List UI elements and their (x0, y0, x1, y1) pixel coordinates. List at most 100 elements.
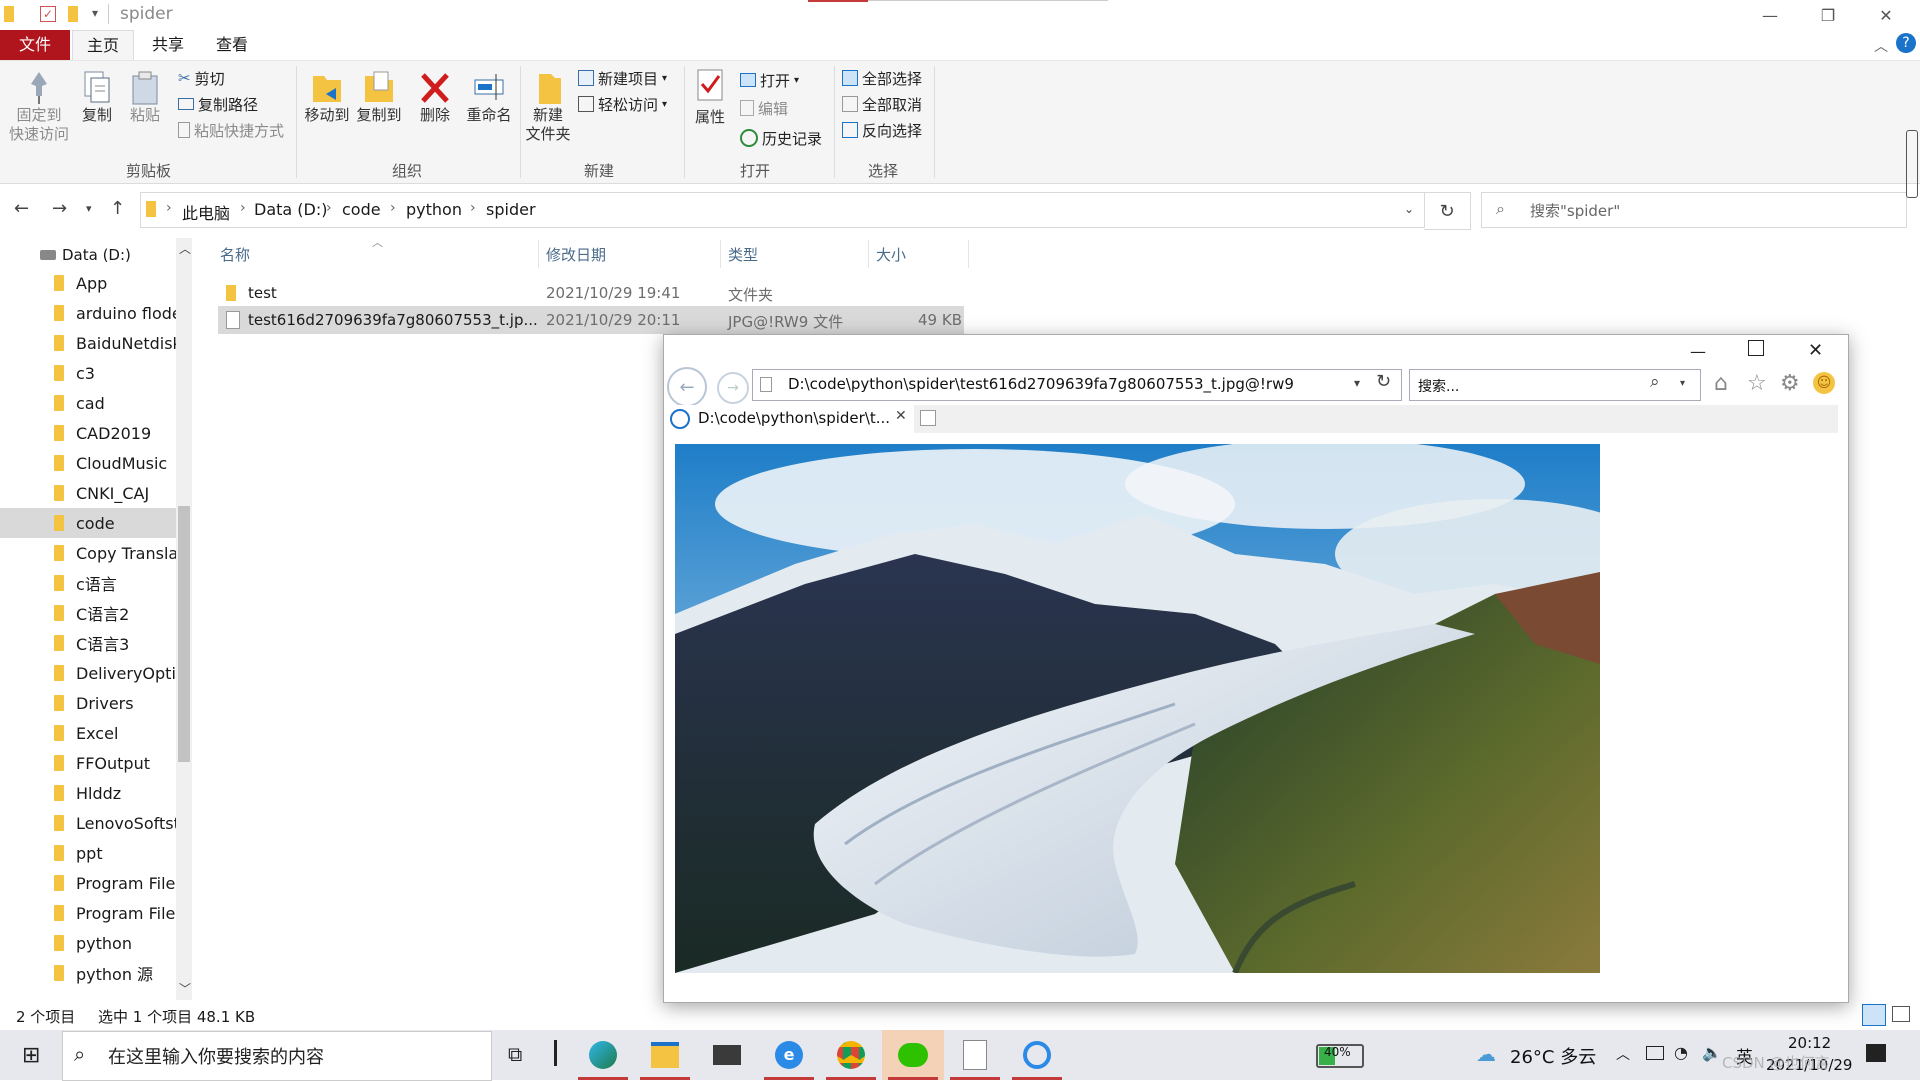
notification-icon[interactable] (1866, 1044, 1886, 1062)
nav-folder-item[interactable]: python 源 (0, 958, 176, 988)
volume-icon[interactable]: 🔈 (1702, 1043, 1722, 1062)
nav-folder-item[interactable]: Program Files (0, 868, 176, 898)
smiley-feedback-icon[interactable]: ☺ (1813, 372, 1835, 394)
nav-folder-item[interactable]: C语言3 (0, 628, 176, 658)
file-row-test[interactable]: test 2021/10/29 19:41 文件夹 (218, 279, 964, 307)
settings-gear-icon[interactable]: ⚙ (1780, 371, 1800, 396)
taskbar-ie-browser[interactable]: e (758, 1030, 820, 1080)
nav-folder-item[interactable]: CNKI_CAJ (0, 478, 176, 508)
column-header-size[interactable]: 大小 (876, 244, 906, 265)
back-arrow-icon[interactable]: ← (14, 198, 29, 219)
breadcrumb-chevron-icon[interactable]: › (470, 200, 476, 216)
taskbar-python-editor[interactable] (944, 1030, 1006, 1080)
column-header-type[interactable]: 类型 (728, 244, 758, 265)
ie-tab-close-button[interactable]: ✕ (895, 408, 907, 424)
nav-folder-item[interactable]: Excel (0, 718, 176, 748)
collapse-ribbon-icon[interactable]: ︿ (1874, 36, 1888, 56)
copy-path-button[interactable]: 复制路径 (178, 92, 258, 116)
pin-quick-access-button[interactable]: 固定到 快速访问 (6, 70, 72, 144)
address-bar[interactable] (140, 192, 1425, 228)
nav-folder-item[interactable]: BaiduNetdiskl (0, 328, 176, 358)
ie-close-button[interactable]: ✕ (1808, 340, 1823, 361)
invert-selection-button[interactable]: 反向选择 (842, 118, 922, 142)
new-folder-button[interactable]: 新建 文件夹 (522, 70, 574, 144)
breadcrumb-chevron-icon[interactable]: › (166, 200, 172, 216)
select-all-button[interactable]: 全部选择 (842, 66, 922, 90)
nav-folder-item[interactable]: code (0, 508, 176, 538)
taskbar-edge[interactable] (572, 1030, 634, 1080)
ie-maximize-button[interactable] (1748, 340, 1764, 356)
scroll-down-arrow-icon[interactable]: ﹀ (179, 980, 191, 997)
large-icons-view-icon[interactable] (1892, 1006, 1910, 1022)
taskbar-internet-explorer[interactable] (1006, 1030, 1068, 1080)
cut-button[interactable]: ✂ 剪切 (178, 66, 225, 90)
forward-arrow-icon[interactable]: → (52, 198, 67, 219)
breadcrumb-code[interactable]: code (342, 200, 381, 219)
nav-folder-item[interactable]: Hlddz (0, 778, 176, 808)
easy-access-button[interactable]: 轻松访问 ▾ (578, 92, 667, 116)
tab-home[interactable]: 主页 (72, 30, 134, 62)
nav-folder-item[interactable]: Copy Translat (0, 538, 176, 568)
nav-folder-item[interactable]: CAD2019 (0, 418, 176, 448)
breadcrumb-python[interactable]: python (406, 200, 462, 219)
nav-folder-item[interactable]: ppt (0, 838, 176, 868)
copy-button[interactable]: 复制 (76, 70, 118, 125)
nav-folder-item[interactable]: LenovoSoftst (0, 808, 176, 838)
home-icon[interactable]: ⌂ (1714, 371, 1728, 396)
ie-forward-button[interactable]: → (717, 372, 749, 404)
nav-folder-item[interactable]: CloudMusic (0, 448, 176, 478)
ie-search-dropdown-icon[interactable]: ▾ (1680, 378, 1685, 389)
ie-search-icon[interactable]: ⌕ (1650, 372, 1660, 392)
up-arrow-icon[interactable]: ↑ (110, 198, 125, 219)
favorites-star-icon[interactable]: ☆ (1747, 371, 1767, 396)
select-none-button[interactable]: 全部取消 (842, 92, 922, 116)
nav-folder-item[interactable]: C语言2 (0, 598, 176, 628)
breadcrumb-data-d[interactable]: Data (D:) (254, 200, 327, 219)
weather-text[interactable]: 26°C 多云 (1510, 1043, 1596, 1069)
nav-scrollbar-thumb[interactable] (178, 506, 190, 762)
move-to-button[interactable]: 移动到 (302, 70, 352, 125)
tab-share[interactable]: 共享 (138, 30, 198, 60)
wifi-icon[interactable]: ◔ (1674, 1043, 1688, 1062)
ie-minimize-button[interactable]: — (1690, 342, 1706, 361)
clock-time[interactable]: 20:12 (1788, 1034, 1831, 1052)
taskbar-file-explorer[interactable] (634, 1030, 696, 1080)
paste-shortcut-button[interactable]: 粘贴快捷方式 (178, 118, 284, 142)
file-row-jpg[interactable]: test616d2709639fa7g80607553_t.jp... 2021… (218, 306, 964, 334)
nav-folder-item[interactable]: arduino flode (0, 298, 176, 328)
breadcrumb-chevron-icon[interactable]: › (240, 200, 246, 216)
nav-folder-item[interactable]: python (0, 928, 176, 958)
nav-folder-item[interactable]: DeliveryOptin (0, 658, 176, 688)
maximize-button[interactable]: ❐ (1800, 0, 1856, 30)
ie-refresh-icon[interactable]: ↻ (1376, 371, 1391, 392)
scroll-up-arrow-icon[interactable]: ︿ (179, 240, 191, 257)
tab-file[interactable]: 文件 (0, 30, 70, 60)
paste-button[interactable]: 粘贴 (124, 70, 166, 125)
nav-folder-item[interactable]: Program Files (0, 898, 176, 928)
nav-folder-item[interactable]: FFOutput (0, 748, 176, 778)
delete-button[interactable]: 删除 (412, 70, 458, 125)
tab-view[interactable]: 查看 (202, 30, 262, 60)
new-item-button[interactable]: 新建项目 ▾ (578, 66, 667, 90)
help-icon[interactable]: ? (1896, 33, 1916, 53)
breadcrumb-chevron-icon[interactable]: › (390, 200, 396, 216)
breadcrumb-this-pc[interactable]: 此电脑 (182, 200, 230, 224)
breadcrumb-chevron-icon[interactable]: › (326, 200, 332, 216)
address-history-chevron-icon[interactable]: ⌄ (1404, 202, 1414, 216)
history-button[interactable]: 历史记录 (740, 126, 822, 150)
open-button[interactable]: 打开 ▾ (740, 68, 799, 92)
details-view-icon[interactable] (1862, 1004, 1886, 1026)
new-folder-qa-icon[interactable] (68, 6, 78, 22)
rename-button[interactable]: 重命名 (462, 70, 516, 125)
column-header-name[interactable]: 名称 (220, 244, 250, 265)
ie-address-dropdown-icon[interactable]: ▾ (1354, 376, 1360, 390)
edit-button[interactable]: 编辑 (740, 96, 788, 120)
properties-qa-icon[interactable]: ✓ (40, 6, 56, 22)
windows-start-icon[interactable]: ⊞ (22, 1043, 40, 1068)
breadcrumb-spider[interactable]: spider (486, 200, 536, 219)
close-button[interactable]: ✕ (1858, 0, 1914, 30)
refresh-icon[interactable]: ↻ (1424, 192, 1471, 230)
nav-folder-item[interactable]: cad (0, 388, 176, 418)
nav-folder-item[interactable]: Drivers (0, 688, 176, 718)
task-view-icon[interactable]: ⧉ (508, 1042, 522, 1066)
